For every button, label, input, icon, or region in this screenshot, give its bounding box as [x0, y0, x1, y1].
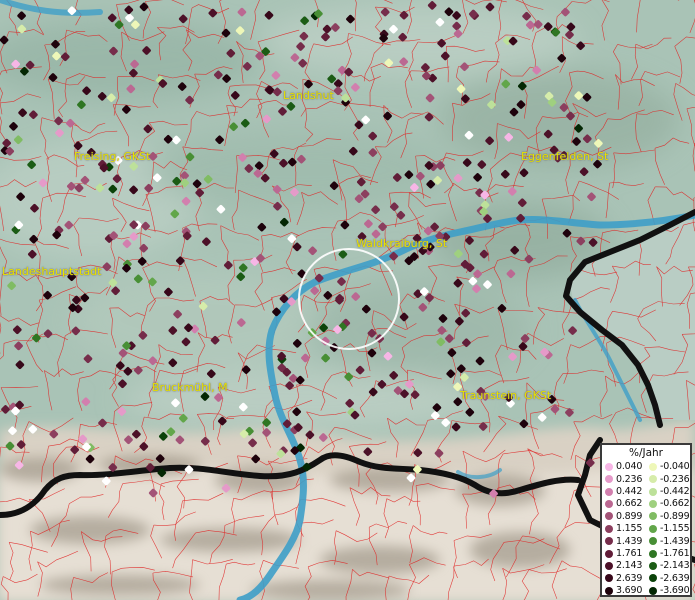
legend-value-positive: 0.040: [616, 461, 643, 473]
place-label-traunstein: Traunstein, GKSt: [460, 389, 552, 402]
legend-swatch-negative: [649, 475, 657, 484]
place-label-landeshauptstadt: Landeshauptstadt: [2, 265, 102, 278]
legend-row: 0.442 -0.442: [605, 486, 693, 498]
legend-row: 0.662 -0.662: [605, 498, 693, 510]
legend-swatch-positive: [605, 475, 613, 484]
legend-swatch-negative: [649, 499, 657, 508]
place-label-freising: Freising, GKSt: [74, 150, 151, 163]
map-canvas[interactable]: [0, 0, 695, 600]
legend-swatch-negative: [649, 487, 657, 496]
legend-row: 0.899 -0.899: [605, 511, 693, 523]
legend-value-negative: -0.040: [660, 461, 690, 473]
legend-swatch-negative: [649, 462, 657, 471]
legend-value-negative: -0.899: [660, 510, 690, 522]
legend-swatch-negative: [649, 586, 657, 595]
legend-row: 3.690 -3.690: [605, 585, 693, 597]
legend-title: %/Jahr: [628, 447, 664, 459]
legend-value-negative: -1.155: [660, 523, 690, 535]
legend-row: 2.143 -2.143: [605, 560, 693, 572]
legend-row: 1.761 -1.761: [605, 548, 693, 560]
legend-value-positive: 0.442: [616, 486, 643, 498]
legend-value-positive: 0.236: [616, 473, 643, 485]
legend-value-positive: 1.439: [616, 535, 643, 547]
legend-swatch-negative: [649, 537, 657, 546]
legend-swatch-positive: [605, 499, 613, 508]
legend-value-positive: 1.155: [616, 523, 643, 535]
legend-swatch-positive: [605, 524, 613, 533]
legend-value-positive: 2.639: [616, 572, 643, 584]
legend-swatch-negative: [649, 524, 657, 533]
legend-value-positive: 0.899: [616, 510, 643, 522]
legend-row: 1.439 -1.439: [605, 535, 693, 547]
legend-row: 0.040 -0.040: [605, 461, 693, 473]
legend-value-positive: 0.662: [616, 498, 643, 510]
place-label-eggenfelden: Eggenfelden, St: [521, 150, 609, 163]
place-label-bruckmuehl: Bruckmühl, M: [152, 381, 228, 394]
legend-value-negative: -1.439: [660, 535, 690, 547]
legend-swatch-positive: [605, 462, 613, 471]
legend-value-positive: 3.690: [616, 585, 643, 597]
legend-swatch-negative: [649, 561, 657, 570]
legend-swatch-positive: [605, 586, 613, 595]
legend-value-negative: -2.639: [660, 572, 690, 584]
legend-swatch-positive: [605, 549, 613, 558]
legend-swatch-negative: [649, 512, 657, 521]
legend-row: 2.639 -2.639: [605, 573, 693, 585]
legend-swatch-negative: [649, 549, 657, 558]
legend-value-positive: 1.761: [616, 548, 643, 560]
place-label-waldkraiburg: Waldkraiburg, St: [356, 237, 448, 250]
legend-value-negative: -0.236: [660, 473, 690, 485]
legend-value-positive: 2.143: [616, 560, 643, 572]
legend-value-negative: -3.690: [660, 585, 690, 597]
legend-swatch-positive: [605, 574, 613, 583]
legend-swatch-positive: [605, 487, 613, 496]
legend-swatch-negative: [649, 574, 657, 583]
legend-value-negative: -2.143: [660, 560, 690, 572]
legend-row: 1.155 -1.155: [605, 523, 693, 535]
legend-value-negative: -1.761: [660, 548, 690, 560]
legend-value-negative: -0.662: [660, 498, 690, 510]
place-label-landshut: Landshut: [283, 89, 334, 102]
legend-swatch-positive: [605, 512, 613, 521]
legend: %/Jahr 0.040 -0.040 0.236 -0.236 0.442 -0.442…: [600, 443, 692, 597]
legend-swatch-positive: [605, 561, 613, 570]
legend-value-negative: -0.442: [660, 486, 690, 498]
legend-swatch-positive: [605, 537, 613, 546]
legend-row: 0.236 -0.236: [605, 473, 693, 485]
